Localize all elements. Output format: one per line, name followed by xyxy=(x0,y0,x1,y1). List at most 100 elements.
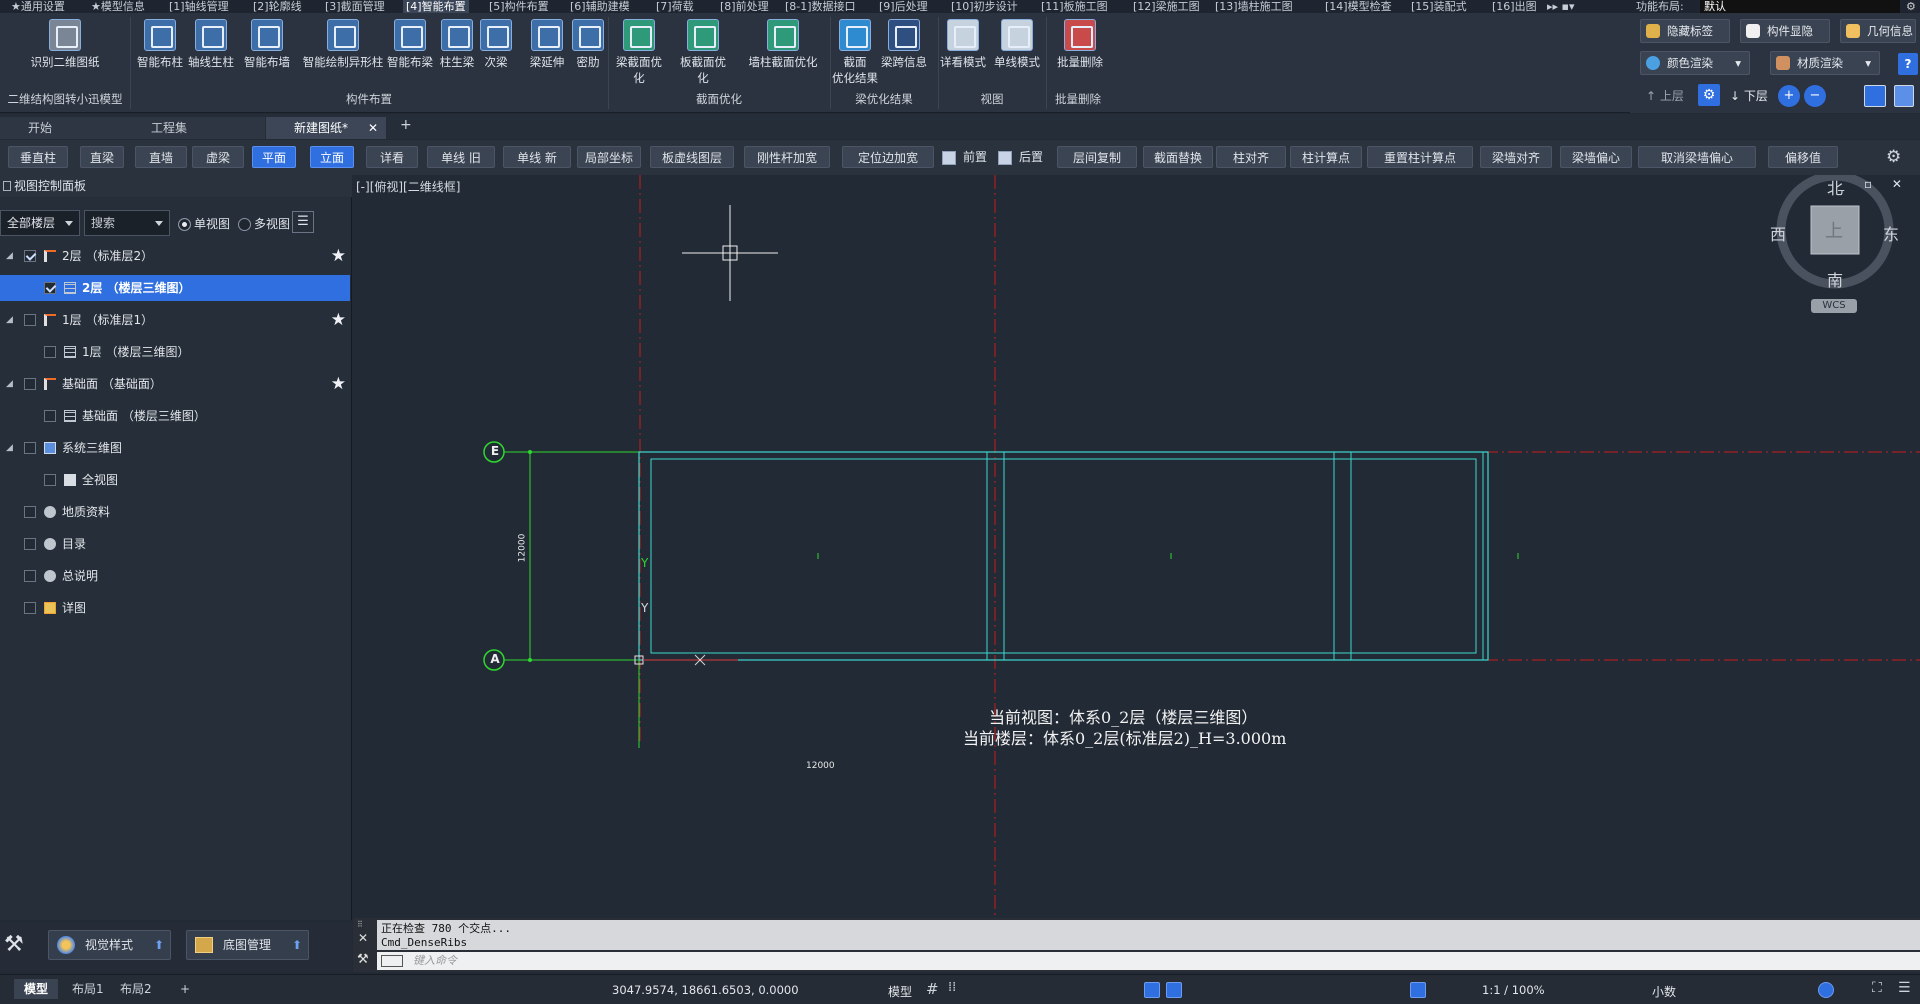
geometry-info-button[interactable]: 几何信息 xyxy=(1840,19,1916,43)
floor-select[interactable]: 全部楼层 xyxy=(0,210,80,236)
base-map-button[interactable]: 底图管理 ⬆ xyxy=(186,930,309,960)
osnap-icon[interactable] xyxy=(1410,982,1426,998)
toolbar-button[interactable]: 后置 xyxy=(998,146,1046,168)
ribbon-button[interactable]: 次梁 xyxy=(480,19,512,70)
ribbon-button[interactable]: 识别二维图纸 xyxy=(20,19,110,70)
model-space-toggle[interactable]: 模型 xyxy=(888,983,912,1000)
menu-item[interactable]: [5]构件布置 xyxy=(486,0,552,13)
zoom-in-icon[interactable]: + xyxy=(1778,85,1800,107)
tree-checkbox[interactable] xyxy=(44,346,56,358)
tree-item[interactable]: 2层 （楼层三维图） xyxy=(0,275,350,301)
material-render-select[interactable]: 材质渲染 ▾ xyxy=(1770,51,1880,75)
tree-checkbox[interactable] xyxy=(44,410,56,422)
compass-north[interactable]: 北 xyxy=(1827,175,1843,199)
tree-checkbox[interactable] xyxy=(24,314,36,326)
upper-floor-button[interactable]: ↑ 上层 xyxy=(1646,87,1684,104)
drawing-viewport[interactable]: [-][俯视][二维线框] _ ▫ ✕ E A 12000 12000 Y Y … xyxy=(353,175,1920,918)
toolbar-button[interactable]: 虚梁 xyxy=(192,146,244,168)
menu-item[interactable]: ★模型信息 xyxy=(88,0,148,13)
color-render-select[interactable]: 颜色渲染 ▾ xyxy=(1640,51,1750,75)
ribbon-button[interactable]: 墙柱截面优化 xyxy=(744,19,822,70)
tree-item[interactable]: 目录 xyxy=(0,531,350,557)
settings-gear-icon[interactable]: ⚙ xyxy=(1906,0,1916,13)
toolbar-button[interactable]: 定位边加宽 xyxy=(842,146,934,168)
add-layout-icon[interactable]: + xyxy=(170,979,200,999)
grid-icon[interactable]: # xyxy=(926,980,939,998)
command-input[interactable]: 键入命令 xyxy=(377,952,1920,970)
polar-icon[interactable] xyxy=(1166,982,1182,998)
menu-item[interactable]: [9]后处理 xyxy=(876,0,931,13)
tree-item[interactable]: 总说明 xyxy=(0,563,350,589)
zoom-out-icon[interactable]: − xyxy=(1804,85,1826,107)
layout-tab[interactable]: 布局1 xyxy=(62,979,114,999)
menu-item[interactable]: [4]智能布置 xyxy=(403,0,469,13)
menu-icon[interactable]: ☰ xyxy=(292,211,314,233)
drawing-canvas[interactable] xyxy=(353,175,1920,918)
toolbar-button[interactable]: 直梁 xyxy=(80,146,124,168)
menu-item[interactable]: [6]辅助建模 xyxy=(567,0,633,13)
tree-item[interactable]: 详图 xyxy=(0,595,350,621)
menu-item[interactable]: [14]模型检查 xyxy=(1322,0,1395,13)
toolbar-button[interactable]: 板虚线图层 xyxy=(650,146,734,168)
zoom-extents-icon[interactable] xyxy=(1864,85,1886,107)
tree-item[interactable]: ◢ 2层 （标准层2） ★ xyxy=(0,243,350,269)
menu-item[interactable]: [11]板施工图 xyxy=(1038,0,1111,13)
tree-checkbox[interactable] xyxy=(24,378,36,390)
toolbar-button[interactable]: 偏移值 xyxy=(1768,146,1838,168)
tree-checkbox[interactable] xyxy=(24,570,36,582)
tab-start[interactable]: 开始 xyxy=(0,117,135,139)
expand-arrow-icon[interactable]: ◢ xyxy=(6,307,13,333)
tree-checkbox[interactable] xyxy=(24,538,36,550)
help-icon[interactable]: ? xyxy=(1898,53,1918,75)
toolbar-button[interactable]: 立面 xyxy=(310,146,354,168)
toolbar-button[interactable]: 柱对齐 xyxy=(1216,146,1286,168)
viewcube-top-label[interactable]: 上 xyxy=(1825,217,1843,243)
layout-tab[interactable]: 模型 xyxy=(14,979,59,999)
customize-menu-icon[interactable]: ☰ xyxy=(1898,980,1911,996)
close-icon[interactable]: ✕ xyxy=(368,117,378,139)
toolbar-button[interactable]: 前置 xyxy=(942,146,990,168)
document-icon[interactable] xyxy=(1894,85,1914,107)
hide-label-button[interactable]: 隐藏标签 xyxy=(1640,19,1730,43)
ribbon-button[interactable]: 单线模式 xyxy=(992,19,1042,70)
add-tab-icon[interactable]: + xyxy=(400,117,412,133)
tree-item[interactable]: 全视图 xyxy=(0,467,350,493)
layout-select[interactable]: 默认 xyxy=(1700,0,1900,13)
coordinate-readout[interactable]: 3047.9574, 18661.6503, 0.0000 xyxy=(612,983,799,997)
ribbon-button[interactable]: 智能布柱 xyxy=(135,19,185,70)
toolbar-button[interactable]: 取消梁墙偏心 xyxy=(1638,146,1756,168)
menu-item[interactable]: [7]荷载 xyxy=(653,0,697,13)
menu-item[interactable]: [8-1]数据接口 xyxy=(782,0,859,13)
tree-checkbox[interactable] xyxy=(24,442,36,454)
floor-settings-gear-icon[interactable]: ⚙ xyxy=(1698,84,1720,106)
snap-icon[interactable]: ⁞⁞ xyxy=(948,980,956,995)
toolbar-button[interactable]: 梁墙对齐 xyxy=(1480,146,1552,168)
lower-floor-button[interactable]: ↓ 下层 xyxy=(1730,87,1768,104)
layout-tab[interactable]: 布局2 xyxy=(110,979,162,999)
units-select[interactable]: 小数 xyxy=(1652,983,1676,1000)
ribbon-button[interactable]: 轴线生柱 xyxy=(186,19,236,70)
star-icon[interactable]: ★ xyxy=(331,307,346,333)
toolbar-button[interactable]: 局部坐标 xyxy=(577,146,641,168)
wcs-button[interactable]: WCS xyxy=(1811,299,1857,313)
ribbon-button[interactable]: 智能布梁 xyxy=(385,19,435,70)
ribbon-button[interactable]: 批量删除 xyxy=(1054,19,1106,70)
toolbar-button[interactable]: 重置柱计算点 xyxy=(1367,146,1473,168)
toolbar-button[interactable]: 平面 xyxy=(252,146,296,168)
multi-view-radio[interactable]: 多视图 xyxy=(238,215,290,232)
menu-item[interactable]: [12]梁施工图 xyxy=(1130,0,1203,13)
expand-arrow-icon[interactable]: ◢ xyxy=(6,435,13,461)
star-icon[interactable]: ★ xyxy=(331,371,346,397)
menu-overflow-icon[interactable]: ▸▸ ▪▾ xyxy=(1544,0,1578,13)
cmdline-close-icon[interactable]: ✕ xyxy=(358,931,368,945)
ribbon-button[interactable]: 梁延伸 xyxy=(524,19,570,70)
tools-icon[interactable]: ⚒ xyxy=(4,932,24,957)
menu-item[interactable]: [13]墙柱施工图 xyxy=(1212,0,1296,13)
compass-south[interactable]: 南 xyxy=(1827,267,1843,291)
search-input[interactable]: 搜索 xyxy=(84,210,170,236)
tree-item[interactable]: 1层 （楼层三维图） xyxy=(0,339,350,365)
toolbar-button[interactable]: 刚性杆加宽 xyxy=(744,146,830,168)
tree-checkbox[interactable] xyxy=(44,282,56,294)
visual-style-button[interactable]: 视觉样式 ⬆ xyxy=(48,930,171,960)
annotation-scale[interactable]: 1:1 / 100% xyxy=(1482,983,1545,997)
